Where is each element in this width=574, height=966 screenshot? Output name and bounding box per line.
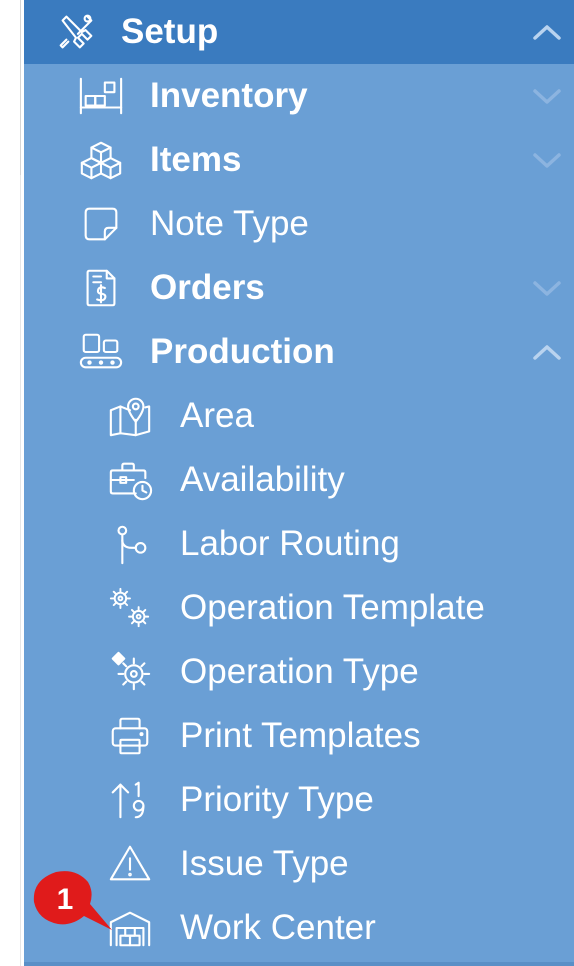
submenu-item-label: Labor Routing xyxy=(180,524,400,563)
chevron-down-icon[interactable] xyxy=(532,128,562,192)
route-icon xyxy=(106,520,154,568)
tools-icon xyxy=(52,8,100,56)
annotation-number: 1 xyxy=(56,883,74,916)
submenu-item-operation-type[interactable]: Operation Type xyxy=(24,640,574,704)
submenu-item-priority-type[interactable]: Priority Type xyxy=(24,768,574,832)
menu-item-label: Items xyxy=(150,140,242,179)
submenu-item-label: Priority Type xyxy=(180,780,374,819)
sidebar-bottom-edge xyxy=(24,962,574,966)
submenu-item-label: Operation Type xyxy=(180,652,419,691)
submenu-item-operation-template[interactable]: Operation Template xyxy=(24,576,574,640)
submenu-item-availability[interactable]: Availability xyxy=(24,448,574,512)
cubes-icon xyxy=(77,136,125,184)
gears-icon xyxy=(106,584,154,632)
note-icon xyxy=(77,200,125,248)
menu-header-label: Setup xyxy=(121,12,219,51)
chevron-up-icon[interactable] xyxy=(532,320,562,384)
map-pin-icon xyxy=(106,392,154,440)
chevron-down-icon[interactable] xyxy=(532,64,562,128)
menu-item-inventory[interactable]: Inventory xyxy=(24,64,574,128)
printer-icon xyxy=(106,712,154,760)
chevron-up-icon[interactable] xyxy=(532,0,562,64)
menu-item-label: Production xyxy=(150,332,335,371)
shelf-icon xyxy=(77,72,125,120)
menu-item-label: Inventory xyxy=(150,76,308,115)
menu-item-label: Orders xyxy=(150,268,265,307)
conveyor-icon xyxy=(77,328,125,376)
submenu-item-label: Work Center xyxy=(180,908,376,947)
annotation-badge xyxy=(33,871,112,930)
menu-item-items[interactable]: Items xyxy=(24,128,574,192)
submenu-item-labor-routing[interactable]: Labor Routing xyxy=(24,512,574,576)
menu-item-note-type[interactable]: Note Type xyxy=(24,192,574,256)
menu-item-orders[interactable]: Orders xyxy=(24,256,574,320)
submenu-item-label: Availability xyxy=(180,460,345,499)
divider-line xyxy=(20,175,21,966)
gear-icon xyxy=(106,648,154,696)
submenu-item-label: Print Templates xyxy=(180,716,421,755)
menu-item-label: Note Type xyxy=(150,204,309,243)
submenu-item-print-templates[interactable]: Print Templates xyxy=(24,704,574,768)
submenu-item-label: Operation Template xyxy=(180,588,485,627)
submenu-item-area[interactable]: Area xyxy=(24,384,574,448)
submenu-item-label: Issue Type xyxy=(180,844,349,883)
divider-line xyxy=(20,0,21,175)
sidebar-menu: Setup Inventory Items Note Type Orders P… xyxy=(24,0,574,966)
menu-item-production[interactable]: Production xyxy=(24,320,574,384)
invoice-icon xyxy=(77,264,125,312)
briefcase-clock-icon xyxy=(106,456,154,504)
submenu-item-label: Area xyxy=(180,396,254,435)
menu-header-setup[interactable]: Setup xyxy=(24,0,574,64)
chevron-down-icon[interactable] xyxy=(532,256,562,320)
sort-numeric-icon xyxy=(106,776,154,824)
